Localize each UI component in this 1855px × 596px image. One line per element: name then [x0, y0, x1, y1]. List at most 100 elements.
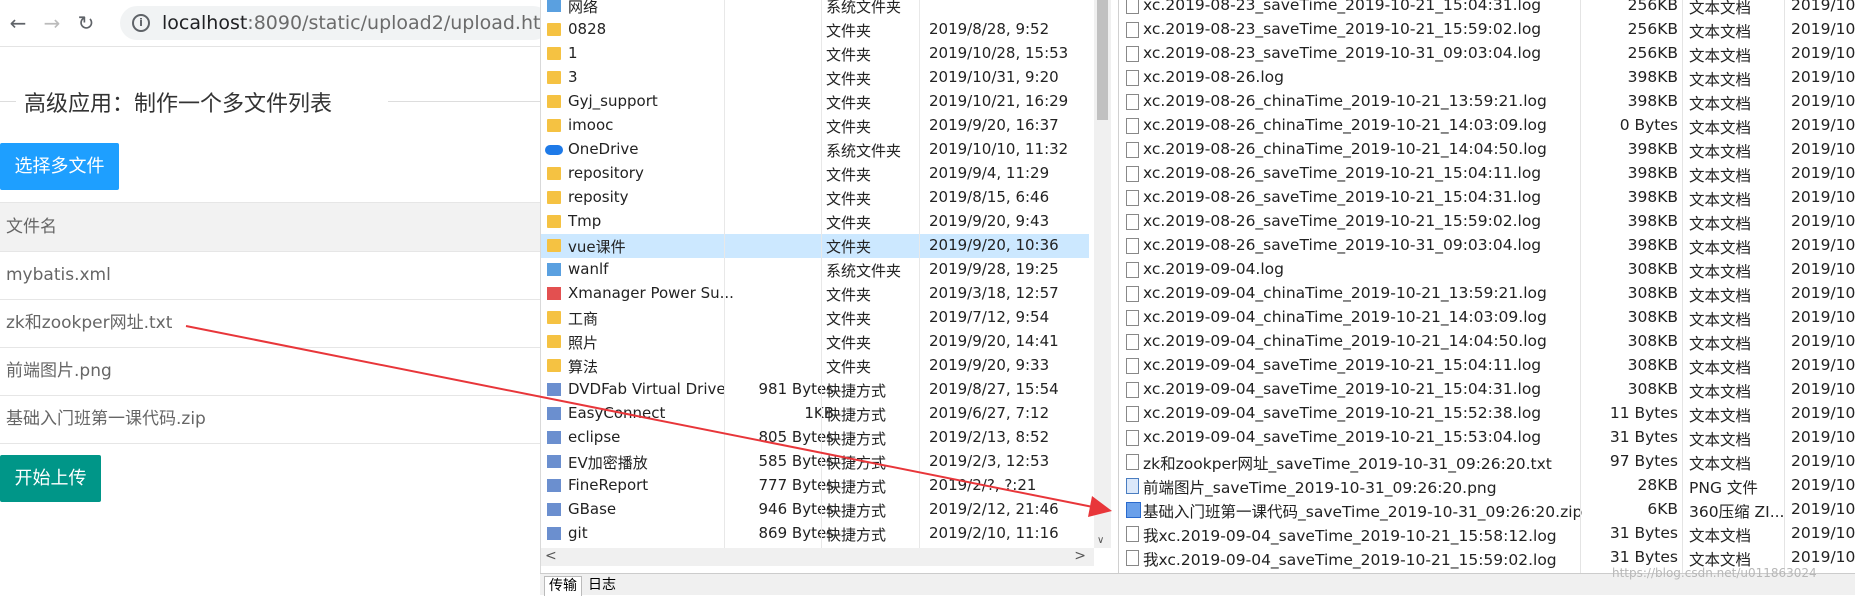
- url-text: localhost:8090/static/upload2/upload.htm…: [162, 12, 540, 34]
- list-item[interactable]: 基础入门班第一课代码_saveTime_2019-10-31_09:26:20.…: [1119, 498, 1855, 522]
- list-item[interactable]: 1 文件夹 2019/10/28, 15:53: [541, 42, 1089, 66]
- file-type: PNG 文件: [1689, 479, 1758, 497]
- tab-log[interactable]: 日志: [584, 576, 620, 595]
- list-item[interactable]: Gyj_support 文件夹 2019/10/21, 16:29: [541, 90, 1089, 114]
- file-type: 文件夹: [826, 358, 872, 376]
- list-item[interactable]: reposity 文件夹 2019/8/15, 6:46: [541, 186, 1089, 210]
- text-file-icon: [1126, 406, 1139, 422]
- list-item[interactable]: eclipse 805 Bytes 快捷方式 2019/2/13, 8:52: [541, 426, 1089, 450]
- file-size: 308KB: [1627, 284, 1678, 302]
- list-item[interactable]: xc.2019-09-04_chinaTime_2019-10-21_14:03…: [1119, 306, 1855, 330]
- column-divider[interactable]: [919, 0, 920, 548]
- list-item[interactable]: EV加密播放 585 Bytes 快捷方式 2019/2/3, 12:53: [541, 450, 1089, 474]
- list-item[interactable]: xc.2019-09-04_chinaTime_2019-10-21_13:59…: [1119, 282, 1855, 306]
- file-name: 我xc.2019-09-04_saveTime_2019-10-21_15:58…: [1143, 527, 1557, 545]
- list-item[interactable]: 0828 文件夹 2019/8/28, 9:52: [541, 18, 1089, 42]
- horizontal-scrollbar[interactable]: < >: [541, 548, 1094, 566]
- list-item[interactable]: xc.2019-09-04_saveTime_2019-10-21_15:52:…: [1119, 402, 1855, 426]
- list-item[interactable]: xc.2019-08-26_saveTime_2019-10-21_15:59:…: [1119, 210, 1855, 234]
- list-item[interactable]: xc.2019-08-26_chinaTime_2019-10-21_14:03…: [1119, 114, 1855, 138]
- list-item[interactable]: 照片 文件夹 2019/9/20, 14:41: [541, 330, 1089, 354]
- file-type: 文件夹: [826, 94, 872, 112]
- file-size: 805 Bytes: [758, 428, 835, 446]
- file-date: 2019/10/: [1791, 164, 1855, 182]
- list-item[interactable]: xc.2019-08-23_saveTime_2019-10-31_09:03:…: [1119, 42, 1855, 66]
- file-type: 文本文档: [1689, 119, 1752, 137]
- text-file-icon: [1126, 382, 1139, 398]
- list-item[interactable]: xc.2019-09-04_chinaTime_2019-10-21_14:04…: [1119, 330, 1855, 354]
- list-item[interactable]: xc.2019-08-23_saveTime_2019-10-21_15:04:…: [1119, 0, 1855, 18]
- tab-transfer[interactable]: 传输: [544, 576, 582, 596]
- vertical-scrollbar[interactable]: ∨: [1094, 0, 1111, 548]
- list-item[interactable]: wanlf 系统文件夹 2019/9/28, 19:25: [541, 258, 1089, 282]
- address-bar[interactable]: i localhost:8090/static/upload2/upload.h…: [120, 6, 540, 40]
- list-item[interactable]: 前端图片_saveTime_2019-10-31_09:26:20.png 28K…: [1119, 474, 1855, 498]
- list-item[interactable]: xc.2019-08-26_saveTime_2019-10-21_15:04:…: [1119, 162, 1855, 186]
- remote-file-list[interactable]: xc.2019-08-23_saveTime_2019-10-21_15:04:…: [1118, 0, 1855, 573]
- list-item[interactable]: Tmp 文件夹 2019/9/20, 9:43: [541, 210, 1089, 234]
- scroll-right-icon[interactable]: >: [1074, 548, 1086, 564]
- back-icon[interactable]: ←: [4, 9, 32, 37]
- list-item[interactable]: 工商 文件夹 2019/7/12, 9:54: [541, 306, 1089, 330]
- local-file-list[interactable]: 网络 系统文件夹 0828 文件夹 2019/8/28, 9:52 1 文件夹 2019/10…: [540, 0, 1112, 573]
- scroll-down-icon[interactable]: ∨: [1097, 535, 1104, 546]
- file-name: xc.2019-09-04_saveTime_2019-10-21_15:53:…: [1143, 428, 1542, 446]
- list-item[interactable]: DVDFab Virtual Drive 981 Bytes 快捷方式 2019/8/…: [541, 378, 1089, 402]
- file-type: 文本文档: [1689, 335, 1752, 353]
- browser-toolbar: ← → ↻ i localhost:8090/static/upload2/up…: [0, 0, 540, 47]
- info-icon[interactable]: i: [132, 14, 150, 32]
- scrollbar-thumb[interactable]: [1097, 0, 1108, 120]
- list-item[interactable]: xc.2019-09-04_saveTime_2019-10-21_15:04:…: [1119, 378, 1855, 402]
- column-divider[interactable]: [1580, 0, 1581, 573]
- scroll-left-icon[interactable]: <: [545, 548, 557, 564]
- file-name: 前端图片_saveTime_2019-10-31_09:26:20.png: [1143, 479, 1497, 497]
- file-date: 2019/8/15, 6:46: [929, 188, 1050, 206]
- column-divider[interactable]: [724, 0, 725, 548]
- list-item[interactable]: vue课件 文件夹 2019/9/20, 10:36: [541, 234, 1089, 258]
- list-item[interactable]: git 869 Bytes 快捷方式 2019/2/10, 11:16: [541, 522, 1089, 546]
- list-item[interactable]: xc.2019-08-26_saveTime_2019-10-21_15:04:…: [1119, 186, 1855, 210]
- list-item[interactable]: OneDrive 系统文件夹 2019/10/10, 11:32: [541, 138, 1089, 162]
- list-item[interactable]: Xmanager Power Su... 文件夹 2019/3/18, 12:57: [541, 282, 1089, 306]
- list-item[interactable]: 算法 文件夹 2019/9/20, 9:33: [541, 354, 1089, 378]
- list-item[interactable]: FineReport 777 Bytes 快捷方式 2019/2/?, ?:21: [541, 474, 1089, 498]
- list-item[interactable]: imooc 文件夹 2019/9/20, 16:37: [541, 114, 1089, 138]
- file-name: xc.2019-08-26_chinaTime_2019-10-21_14:03…: [1143, 116, 1547, 134]
- list-item[interactable]: repository 文件夹 2019/9/4, 11:29: [541, 162, 1089, 186]
- column-divider[interactable]: [821, 0, 822, 548]
- list-item[interactable]: xc.2019-09-04_saveTime_2019-10-21_15:53:…: [1119, 426, 1855, 450]
- file-size: 6KB: [1647, 500, 1678, 518]
- start-upload-button[interactable]: 开始上传: [0, 455, 101, 502]
- list-item[interactable]: xc.2019-08-26.log 398KB 文本文档 2019/10/: [1119, 66, 1855, 90]
- reload-icon[interactable]: ↻: [72, 9, 100, 37]
- gbase-icon: [547, 503, 561, 516]
- file-name: EasyConnect: [568, 404, 666, 422]
- list-item[interactable]: xc.2019-08-23_saveTime_2019-10-21_15:59:…: [1119, 18, 1855, 42]
- file-date: 2019/10/: [1791, 548, 1855, 566]
- list-item[interactable]: 我xc.2019-09-04_saveTime_2019-10-21_15:58…: [1119, 522, 1855, 546]
- table-row: 基础入门班第一课代码.zip: [0, 396, 540, 444]
- list-item[interactable]: zk和zookper网址_saveTime_2019-10-31_09:26:2…: [1119, 450, 1855, 474]
- column-divider[interactable]: [1784, 0, 1785, 573]
- list-item[interactable]: GBase 946 Bytes 快捷方式 2019/2/12, 21:46: [541, 498, 1089, 522]
- file-date: 2019/2/12, 21:46: [929, 500, 1059, 518]
- list-item[interactable]: EasyConnect 1KB 快捷方式 2019/6/27, 7:12: [541, 402, 1089, 426]
- file-type: 文本文档: [1689, 23, 1752, 41]
- file-size: 308KB: [1627, 308, 1678, 326]
- file-date: 2019/10/: [1791, 452, 1855, 470]
- list-item[interactable]: xc.2019-08-26_chinaTime_2019-10-21_13:59…: [1119, 90, 1855, 114]
- file-size: 308KB: [1627, 260, 1678, 278]
- list-item[interactable]: xc.2019-08-26_chinaTime_2019-10-21_14:04…: [1119, 138, 1855, 162]
- list-item[interactable]: xc.2019-09-04_saveTime_2019-10-21_15:04:…: [1119, 354, 1855, 378]
- forward-icon[interactable]: →: [38, 9, 66, 37]
- select-files-button[interactable]: 选择多文件: [0, 143, 119, 190]
- list-item[interactable]: xc.2019-09-04.log 308KB 文本文档 2019/10/: [1119, 258, 1855, 282]
- list-item[interactable]: 网络 系统文件夹: [541, 0, 1089, 18]
- table-row: mybatis.xml: [0, 252, 540, 300]
- file-type: 文件夹: [826, 214, 872, 232]
- list-item[interactable]: 3 文件夹 2019/10/31, 9:20: [541, 66, 1089, 90]
- user-folder-icon: [547, 263, 561, 276]
- column-divider[interactable]: [1682, 0, 1683, 573]
- file-type: 文本文档: [1689, 263, 1752, 281]
- list-item[interactable]: xc.2019-08-26_saveTime_2019-10-31_09:03:…: [1119, 234, 1855, 258]
